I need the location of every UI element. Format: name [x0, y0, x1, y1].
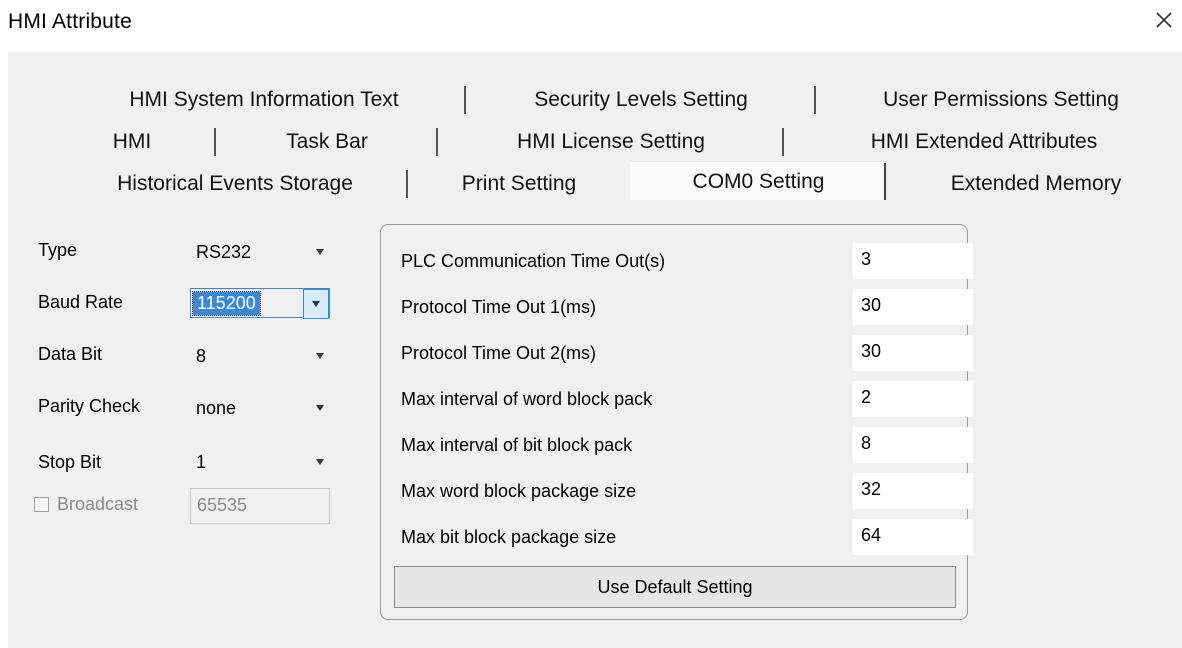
list-item: Max bit block package size 64	[401, 519, 973, 555]
tab-label: COM0 Setting	[692, 169, 825, 193]
tab-label: Historical Events Storage	[117, 172, 353, 195]
tab-hmi-system-information-text[interactable]: HMI System Information Text	[62, 84, 466, 116]
chevron-down-icon	[316, 459, 324, 465]
parity-check-value: none	[196, 398, 237, 418]
type-select[interactable]: RS232	[190, 238, 330, 268]
window-title: HMI Attribute	[8, 10, 132, 33]
use-default-setting-button[interactable]: Use Default Setting	[394, 566, 956, 608]
timeout-value: 64	[861, 525, 882, 545]
timeout-label: Max interval of word block pack	[401, 389, 653, 409]
timeout-input[interactable]: 3	[853, 243, 973, 279]
timeout-label: Protocol Time Out 1(ms)	[401, 297, 597, 317]
timeout-label: Max word block package size	[401, 481, 637, 501]
tab-hmi-extended-attributes[interactable]: HMI Extended Attributes	[784, 126, 1182, 158]
type-value: RS232	[196, 242, 252, 262]
list-item: Max interval of bit block pack 8	[401, 427, 973, 463]
parity-check-select[interactable]: none	[190, 394, 330, 424]
list-item: Protocol Time Out 2(ms) 30	[401, 335, 973, 371]
baud-rate-label: Baud Rate	[38, 292, 124, 312]
tab-task-bar[interactable]: Task Bar	[216, 126, 438, 158]
broadcast-checkbox[interactable]: Broadcast	[34, 494, 138, 515]
timeout-value: 32	[861, 479, 882, 499]
chevron-down-icon	[312, 301, 320, 307]
tab-extended-memory[interactable]: Extended Memory	[886, 168, 1182, 200]
tab-security-levels-setting[interactable]: Security Levels Setting	[466, 84, 816, 116]
list-item: Max word block package size 32	[401, 473, 973, 509]
timeout-input[interactable]: 2	[853, 381, 973, 417]
stop-bit-select[interactable]: 1	[190, 448, 330, 478]
timeout-group: PLC Communication Time Out(s) 3 Protocol…	[380, 224, 973, 620]
close-icon[interactable]	[1152, 8, 1176, 32]
chevron-down-icon	[316, 353, 324, 359]
chevron-down-icon	[316, 405, 324, 411]
timeout-input[interactable]: 64	[853, 519, 973, 555]
timeout-value: 2	[861, 387, 872, 407]
tab-label: HMI	[112, 130, 152, 153]
timeout-value: 8	[861, 433, 872, 453]
timeout-label: Protocol Time Out 2(ms)	[401, 343, 597, 363]
timeout-input[interactable]: 30	[853, 335, 973, 371]
tab-hmi-license-setting[interactable]: HMI License Setting	[438, 126, 784, 158]
data-bit-label: Data Bit	[38, 344, 103, 364]
stop-bit-label: Stop Bit	[38, 452, 102, 472]
timeout-label: Max bit block package size	[401, 527, 617, 547]
tab-print-setting[interactable]: Print Setting	[408, 168, 630, 200]
tab-label: Security Levels Setting	[534, 88, 748, 111]
data-bit-select[interactable]: 8	[190, 342, 330, 372]
tab-com0-setting[interactable]: COM0 Setting	[630, 162, 886, 200]
chevron-down-icon	[316, 249, 324, 255]
timeout-label: PLC Communication Time Out(s)	[401, 251, 666, 271]
dropdown-button[interactable]	[303, 289, 329, 319]
baud-rate-value: 115200	[192, 291, 261, 316]
tab-label: HMI System Information Text	[129, 88, 399, 111]
tab-label: Task Bar	[286, 130, 368, 153]
stop-bit-value: 1	[196, 452, 207, 472]
list-item: PLC Communication Time Out(s) 3	[401, 243, 973, 279]
broadcast-label: Broadcast	[57, 494, 139, 514]
baud-rate-select[interactable]: 115200	[190, 288, 330, 319]
list-item: Protocol Time Out 1(ms) 30	[401, 289, 973, 325]
timeout-label: Max interval of bit block pack	[401, 435, 633, 455]
timeout-input[interactable]: 8	[853, 427, 973, 463]
list-item: Max interval of word block pack 2	[401, 381, 973, 417]
timeout-input[interactable]: 32	[853, 473, 973, 509]
data-bit-value: 8	[196, 346, 207, 366]
tab-label: Extended Memory	[950, 172, 1122, 195]
broadcast-address-value: 65535	[197, 495, 248, 515]
timeout-value: 30	[861, 295, 882, 315]
tab-historical-events-storage[interactable]: Historical Events Storage	[62, 168, 408, 200]
timeout-value: 30	[861, 341, 882, 361]
timeout-input[interactable]: 30	[853, 289, 973, 325]
timeout-value: 3	[861, 249, 872, 269]
tab-label: Print Setting	[461, 172, 577, 195]
parity-check-label: Parity Check	[38, 396, 141, 416]
checkbox-box	[34, 497, 49, 512]
tab-hmi[interactable]: HMI	[48, 126, 216, 158]
tab-user-permissions-setting[interactable]: User Permissions Setting	[816, 84, 1182, 116]
tab-label: User Permissions Setting	[883, 88, 1119, 111]
tab-label: HMI Extended Attributes	[870, 130, 1098, 153]
type-label: Type	[38, 240, 78, 260]
broadcast-address-field: 65535	[190, 488, 330, 524]
tab-label: HMI License Setting	[517, 130, 705, 153]
